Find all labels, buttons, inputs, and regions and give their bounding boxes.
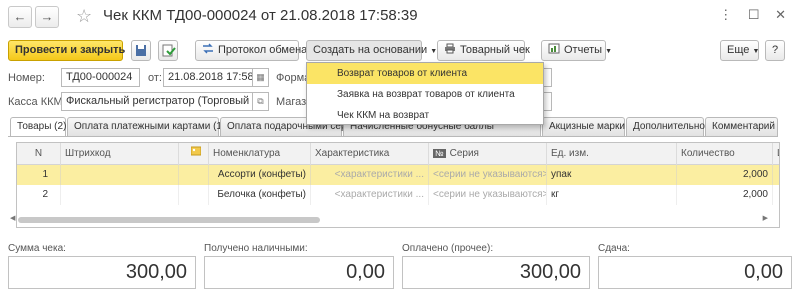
row-quantity[interactable]: 2,000 bbox=[677, 165, 773, 185]
row-image bbox=[179, 165, 209, 185]
back-button[interactable]: ← bbox=[8, 6, 32, 28]
change-field: 0,00 bbox=[598, 256, 792, 289]
image-icon bbox=[190, 146, 201, 156]
row-barcode[interactable] bbox=[61, 185, 179, 205]
store-label: Магаз bbox=[276, 96, 307, 108]
table-header: N Штрихкод Номенклатура Характеристика №… bbox=[17, 143, 779, 165]
row-characteristic[interactable]: <характеристики ... bbox=[311, 165, 429, 185]
receipt-button[interactable]: Товарный чек bbox=[437, 40, 530, 61]
forward-button[interactable]: → bbox=[35, 6, 59, 28]
col-characteristic[interactable]: Характеристика bbox=[311, 143, 429, 165]
row-number: 2 bbox=[17, 185, 61, 205]
row-quantity[interactable]: 2,000 bbox=[677, 185, 773, 205]
row-characteristic[interactable]: <характеристики ... bbox=[311, 185, 429, 205]
tab-card-payments[interactable]: Оплата платежными картами (1) bbox=[67, 117, 225, 136]
save-icon bbox=[136, 45, 146, 56]
cash-field[interactable]: 0,00 bbox=[204, 256, 394, 289]
cash-label: Получено наличными: bbox=[204, 243, 308, 254]
row-unit[interactable]: кг bbox=[547, 185, 677, 205]
kkm-label: Касса ККМ: bbox=[8, 96, 66, 108]
create-based-on-menu: Возврат товаров от клиента Заявка на воз… bbox=[306, 62, 544, 125]
series-badge-icon: № bbox=[433, 149, 446, 158]
scroll-left-icon[interactable]: ◀ bbox=[10, 214, 15, 222]
col-barcode[interactable]: Штрихкод bbox=[61, 143, 179, 165]
receipt-label: Товарный чек bbox=[460, 44, 530, 56]
col-unit[interactable]: Ед. изм. bbox=[547, 143, 677, 165]
number-field[interactable]: ТД00-000024 bbox=[61, 68, 140, 87]
other-paid-label: Оплачено (прочее): bbox=[402, 243, 494, 254]
exchange-protocol-label: Протокол обмена bbox=[218, 44, 308, 56]
tab-divider bbox=[8, 136, 778, 137]
reports-icon bbox=[548, 43, 560, 54]
sum-label: Сумма чека: bbox=[8, 243, 66, 254]
tab-goods[interactable]: Товары (2) bbox=[10, 117, 66, 137]
post-document-icon bbox=[162, 44, 176, 57]
number-label: Номер: bbox=[8, 72, 45, 84]
open-link-icon[interactable]: ⧉ bbox=[253, 92, 269, 111]
printer-icon bbox=[445, 43, 455, 54]
table-row[interactable]: 2 Белочка (конфеты) <характеристики ... … bbox=[17, 185, 779, 205]
create-based-on-label: Создать на основании bbox=[313, 44, 428, 56]
scrollbar-thumb[interactable] bbox=[18, 217, 320, 223]
change-label: Сдача: bbox=[598, 243, 630, 254]
tab-additional[interactable]: Дополнительно bbox=[626, 117, 705, 136]
create-based-on-button[interactable]: Создать на основании ▼ bbox=[306, 40, 437, 61]
row-barcode[interactable] bbox=[61, 165, 179, 185]
row-nomenclature[interactable]: Белочка (конфеты) bbox=[209, 185, 311, 205]
post-button[interactable] bbox=[158, 40, 178, 61]
kkm-field[interactable]: Фискальный регистратор (Торговый зал) bbox=[61, 92, 253, 111]
date-label: от: bbox=[148, 72, 162, 84]
help-button[interactable]: ? bbox=[765, 40, 785, 61]
arrow-left-icon: ← bbox=[13, 9, 27, 24]
col-nomenclature[interactable]: Номенклатура bbox=[209, 143, 311, 165]
window-controls-icon[interactable]: ⋮ ☐ ✕ bbox=[719, 7, 792, 23]
row-unit[interactable]: упак bbox=[547, 165, 677, 185]
favorite-star-icon[interactable]: ☆ bbox=[76, 6, 92, 26]
reports-label: Отчеты bbox=[564, 44, 603, 56]
reports-button[interactable]: Отчеты ▼ bbox=[541, 40, 612, 61]
menu-item-kkm-return-receipt[interactable]: Чек ККМ на возврат bbox=[307, 105, 543, 126]
dropdown-arrow-icon: ▼ bbox=[752, 48, 760, 55]
sum-field: 300,00 bbox=[8, 256, 196, 289]
more-label: Еще bbox=[727, 44, 750, 56]
col-quantity[interactable]: Количество bbox=[677, 143, 773, 165]
scroll-right-icon[interactable]: ▶ bbox=[763, 214, 768, 222]
save-button[interactable] bbox=[131, 40, 151, 61]
menu-item-return-from-client[interactable]: Возврат товаров от клиента bbox=[307, 63, 543, 84]
post-and-close-button[interactable]: Провести и закрыть bbox=[8, 40, 125, 61]
date-field[interactable]: 21.08.2018 17:58:39 bbox=[163, 68, 253, 87]
tab-comment[interactable]: Комментарий bbox=[705, 117, 778, 136]
other-paid-field: 300,00 bbox=[402, 256, 590, 289]
exchange-protocol-button[interactable]: Протокол обмена bbox=[195, 40, 307, 61]
row-number: 1 bbox=[17, 165, 61, 185]
col-price[interactable]: Ц bbox=[773, 143, 779, 165]
row-image bbox=[179, 185, 209, 205]
col-image-icon[interactable] bbox=[179, 143, 209, 165]
exchange-icon bbox=[203, 43, 213, 54]
tab-excise-stamps[interactable]: Акцизные марки bbox=[542, 117, 625, 136]
col-n[interactable]: N bbox=[17, 143, 61, 165]
arrow-right-icon: → bbox=[40, 9, 54, 24]
row-series[interactable]: <серии не указываются> bbox=[429, 165, 547, 185]
col-series-label: Серия bbox=[449, 148, 479, 159]
row-series[interactable]: <серии не указываются> bbox=[429, 185, 547, 205]
calendar-icon[interactable]: ▦ bbox=[253, 68, 269, 87]
more-button[interactable]: Еще ▼ bbox=[720, 40, 759, 61]
horizontal-scrollbar[interactable]: ◀ ▶ bbox=[10, 215, 768, 224]
dropdown-arrow-icon: ▼ bbox=[605, 48, 613, 55]
menu-item-return-request[interactable]: Заявка на возврат товаров от клиента bbox=[307, 84, 543, 105]
page-title: Чек ККМ ТД00-000024 от 21.08.2018 17:58:… bbox=[103, 7, 418, 24]
table-row[interactable]: 1 Ассорти (конфеты) <характеристики ... … bbox=[17, 165, 779, 185]
col-series[interactable]: № Серия bbox=[429, 143, 547, 165]
row-nomenclature[interactable]: Ассорти (конфеты) bbox=[209, 165, 311, 185]
